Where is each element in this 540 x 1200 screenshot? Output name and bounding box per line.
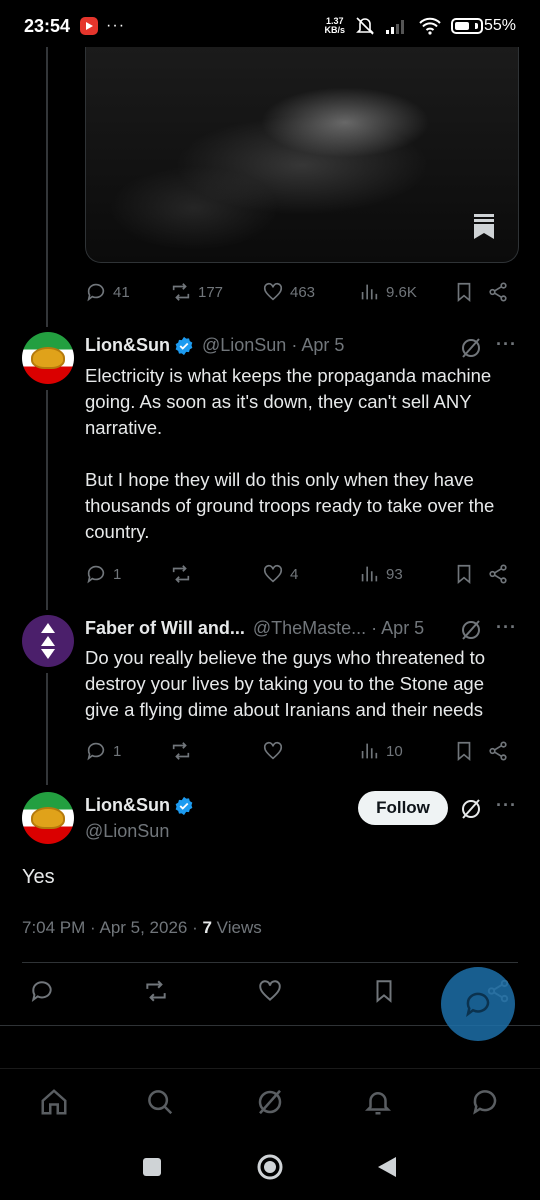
tweet-media-video[interactable] xyxy=(85,47,519,263)
home-nav-icon[interactable] xyxy=(256,1153,284,1181)
handle-and-date[interactable]: @LionSun · Apr 5 xyxy=(202,335,344,356)
tweet-actions: 1 10 xyxy=(85,736,519,766)
more-options-button[interactable]: ··· xyxy=(496,795,517,816)
verified-icon xyxy=(175,796,193,815)
status-bar: 23:54 ··· 1.37 KB/s 55% xyxy=(0,0,540,52)
reply-icon xyxy=(87,742,105,761)
like-icon xyxy=(263,564,283,583)
repost-icon xyxy=(172,742,190,760)
tweet-text: Do you really believe the guys who threa… xyxy=(85,647,486,720)
faber-logo-icon xyxy=(41,623,55,659)
grok-icon[interactable] xyxy=(459,618,483,642)
bookmark-button[interactable] xyxy=(453,281,487,303)
thread-line xyxy=(46,673,48,785)
display-name[interactable]: Lion&Sun xyxy=(85,795,170,816)
like-icon xyxy=(263,282,283,301)
follow-button[interactable]: Follow xyxy=(358,791,448,825)
avatar[interactable] xyxy=(22,332,74,384)
tweet-timestamp: 7:04 PM · Apr 5, 2026 · 7 Views xyxy=(22,918,262,937)
views-button[interactable]: 10 xyxy=(358,740,453,762)
compose-reply-icon xyxy=(466,992,490,1018)
thread-line xyxy=(46,47,48,327)
handle[interactable]: @LionSun xyxy=(85,821,169,842)
bookmark-icon xyxy=(457,741,471,762)
tweet-header: Lion&Sun xyxy=(85,795,194,816)
back-icon[interactable] xyxy=(376,1155,398,1179)
share-icon xyxy=(489,564,507,584)
share-button[interactable] xyxy=(487,563,509,585)
reply-button[interactable]: 1 xyxy=(85,740,170,762)
search-icon[interactable] xyxy=(145,1087,175,1117)
bookmark-icon xyxy=(457,282,471,303)
views-button[interactable]: 9.6K xyxy=(358,281,453,303)
repost-icon xyxy=(172,283,190,301)
system-nav-bar xyxy=(0,1134,540,1200)
grok-icon[interactable] xyxy=(255,1087,285,1117)
repost-button[interactable] xyxy=(170,563,262,585)
views-icon xyxy=(361,284,378,300)
tweet-header: Faber of Will and... @TheMaste... · Apr … xyxy=(85,618,424,639)
notifications-icon[interactable] xyxy=(363,1087,393,1117)
thread-line xyxy=(46,390,48,610)
bottom-tab-bar xyxy=(0,1068,540,1134)
lion-sun-emblem xyxy=(31,347,65,369)
clock: 23:54 xyxy=(24,15,71,36)
reply-icon xyxy=(87,565,105,584)
reply-button[interactable]: 41 xyxy=(85,281,170,303)
battery-icon xyxy=(450,18,483,34)
compose-reply-button[interactable] xyxy=(441,967,515,1041)
share-button[interactable] xyxy=(487,740,509,762)
like-icon xyxy=(263,741,283,760)
share-icon xyxy=(489,282,507,302)
reply-button[interactable]: 1 xyxy=(85,563,170,585)
signal-icon xyxy=(385,20,404,34)
battery-percent: 55% xyxy=(483,17,516,34)
avatar[interactable] xyxy=(22,792,74,844)
home-icon[interactable] xyxy=(39,1087,69,1117)
lion-sun-emblem xyxy=(31,807,65,829)
grok-icon[interactable] xyxy=(459,336,483,360)
bookmark-icon xyxy=(457,564,471,585)
tweet-text: Yes xyxy=(22,866,55,888)
more-notifications-icon: ··· xyxy=(106,17,126,34)
wifi-icon xyxy=(419,17,441,35)
verified-icon xyxy=(175,336,193,355)
mute-icon xyxy=(356,17,374,35)
reply-icon[interactable] xyxy=(29,978,55,1004)
like-button[interactable]: 463 xyxy=(262,281,358,303)
grok-icon[interactable] xyxy=(459,797,483,821)
bookmark-button[interactable] xyxy=(453,740,487,762)
reply-icon xyxy=(87,283,105,302)
display-name[interactable]: Faber of Will and... xyxy=(85,618,245,639)
youtube-notification-icon xyxy=(80,17,99,35)
share-button[interactable] xyxy=(487,281,509,303)
repost-icon xyxy=(172,565,190,583)
avatar[interactable] xyxy=(22,615,74,667)
bookmark-button[interactable] xyxy=(453,563,487,585)
views-button[interactable]: 93 xyxy=(358,563,453,585)
more-options-button[interactable]: ··· xyxy=(496,617,517,638)
tweet-header: Lion&Sun @LionSun · Apr 5 xyxy=(85,335,344,356)
share-icon xyxy=(489,741,507,761)
divider xyxy=(22,962,518,963)
repost-icon[interactable] xyxy=(143,978,169,1004)
like-icon[interactable] xyxy=(257,978,283,1004)
like-button[interactable] xyxy=(262,740,358,762)
messages-icon[interactable] xyxy=(470,1087,500,1117)
tweet-text: Electricity is what keeps the propaganda… xyxy=(85,365,495,542)
tweet-actions: 1 4 93 xyxy=(85,559,519,589)
like-button[interactable]: 4 xyxy=(262,563,358,585)
handle-and-date[interactable]: @TheMaste... · Apr 5 xyxy=(253,618,424,639)
bookmark-overlay-icon xyxy=(474,214,494,239)
display-name[interactable]: Lion&Sun xyxy=(85,335,170,356)
network-speed: 1.37 KB/s xyxy=(324,16,345,35)
repost-button[interactable] xyxy=(170,740,262,762)
recents-icon[interactable] xyxy=(142,1157,162,1177)
repost-button[interactable]: 177 xyxy=(170,281,262,303)
views-icon xyxy=(361,566,378,582)
tweet-actions: 41 177 463 9.6K xyxy=(85,277,519,307)
views-icon xyxy=(361,743,378,759)
more-options-button[interactable]: ··· xyxy=(496,334,517,355)
bookmark-icon[interactable] xyxy=(371,978,397,1004)
